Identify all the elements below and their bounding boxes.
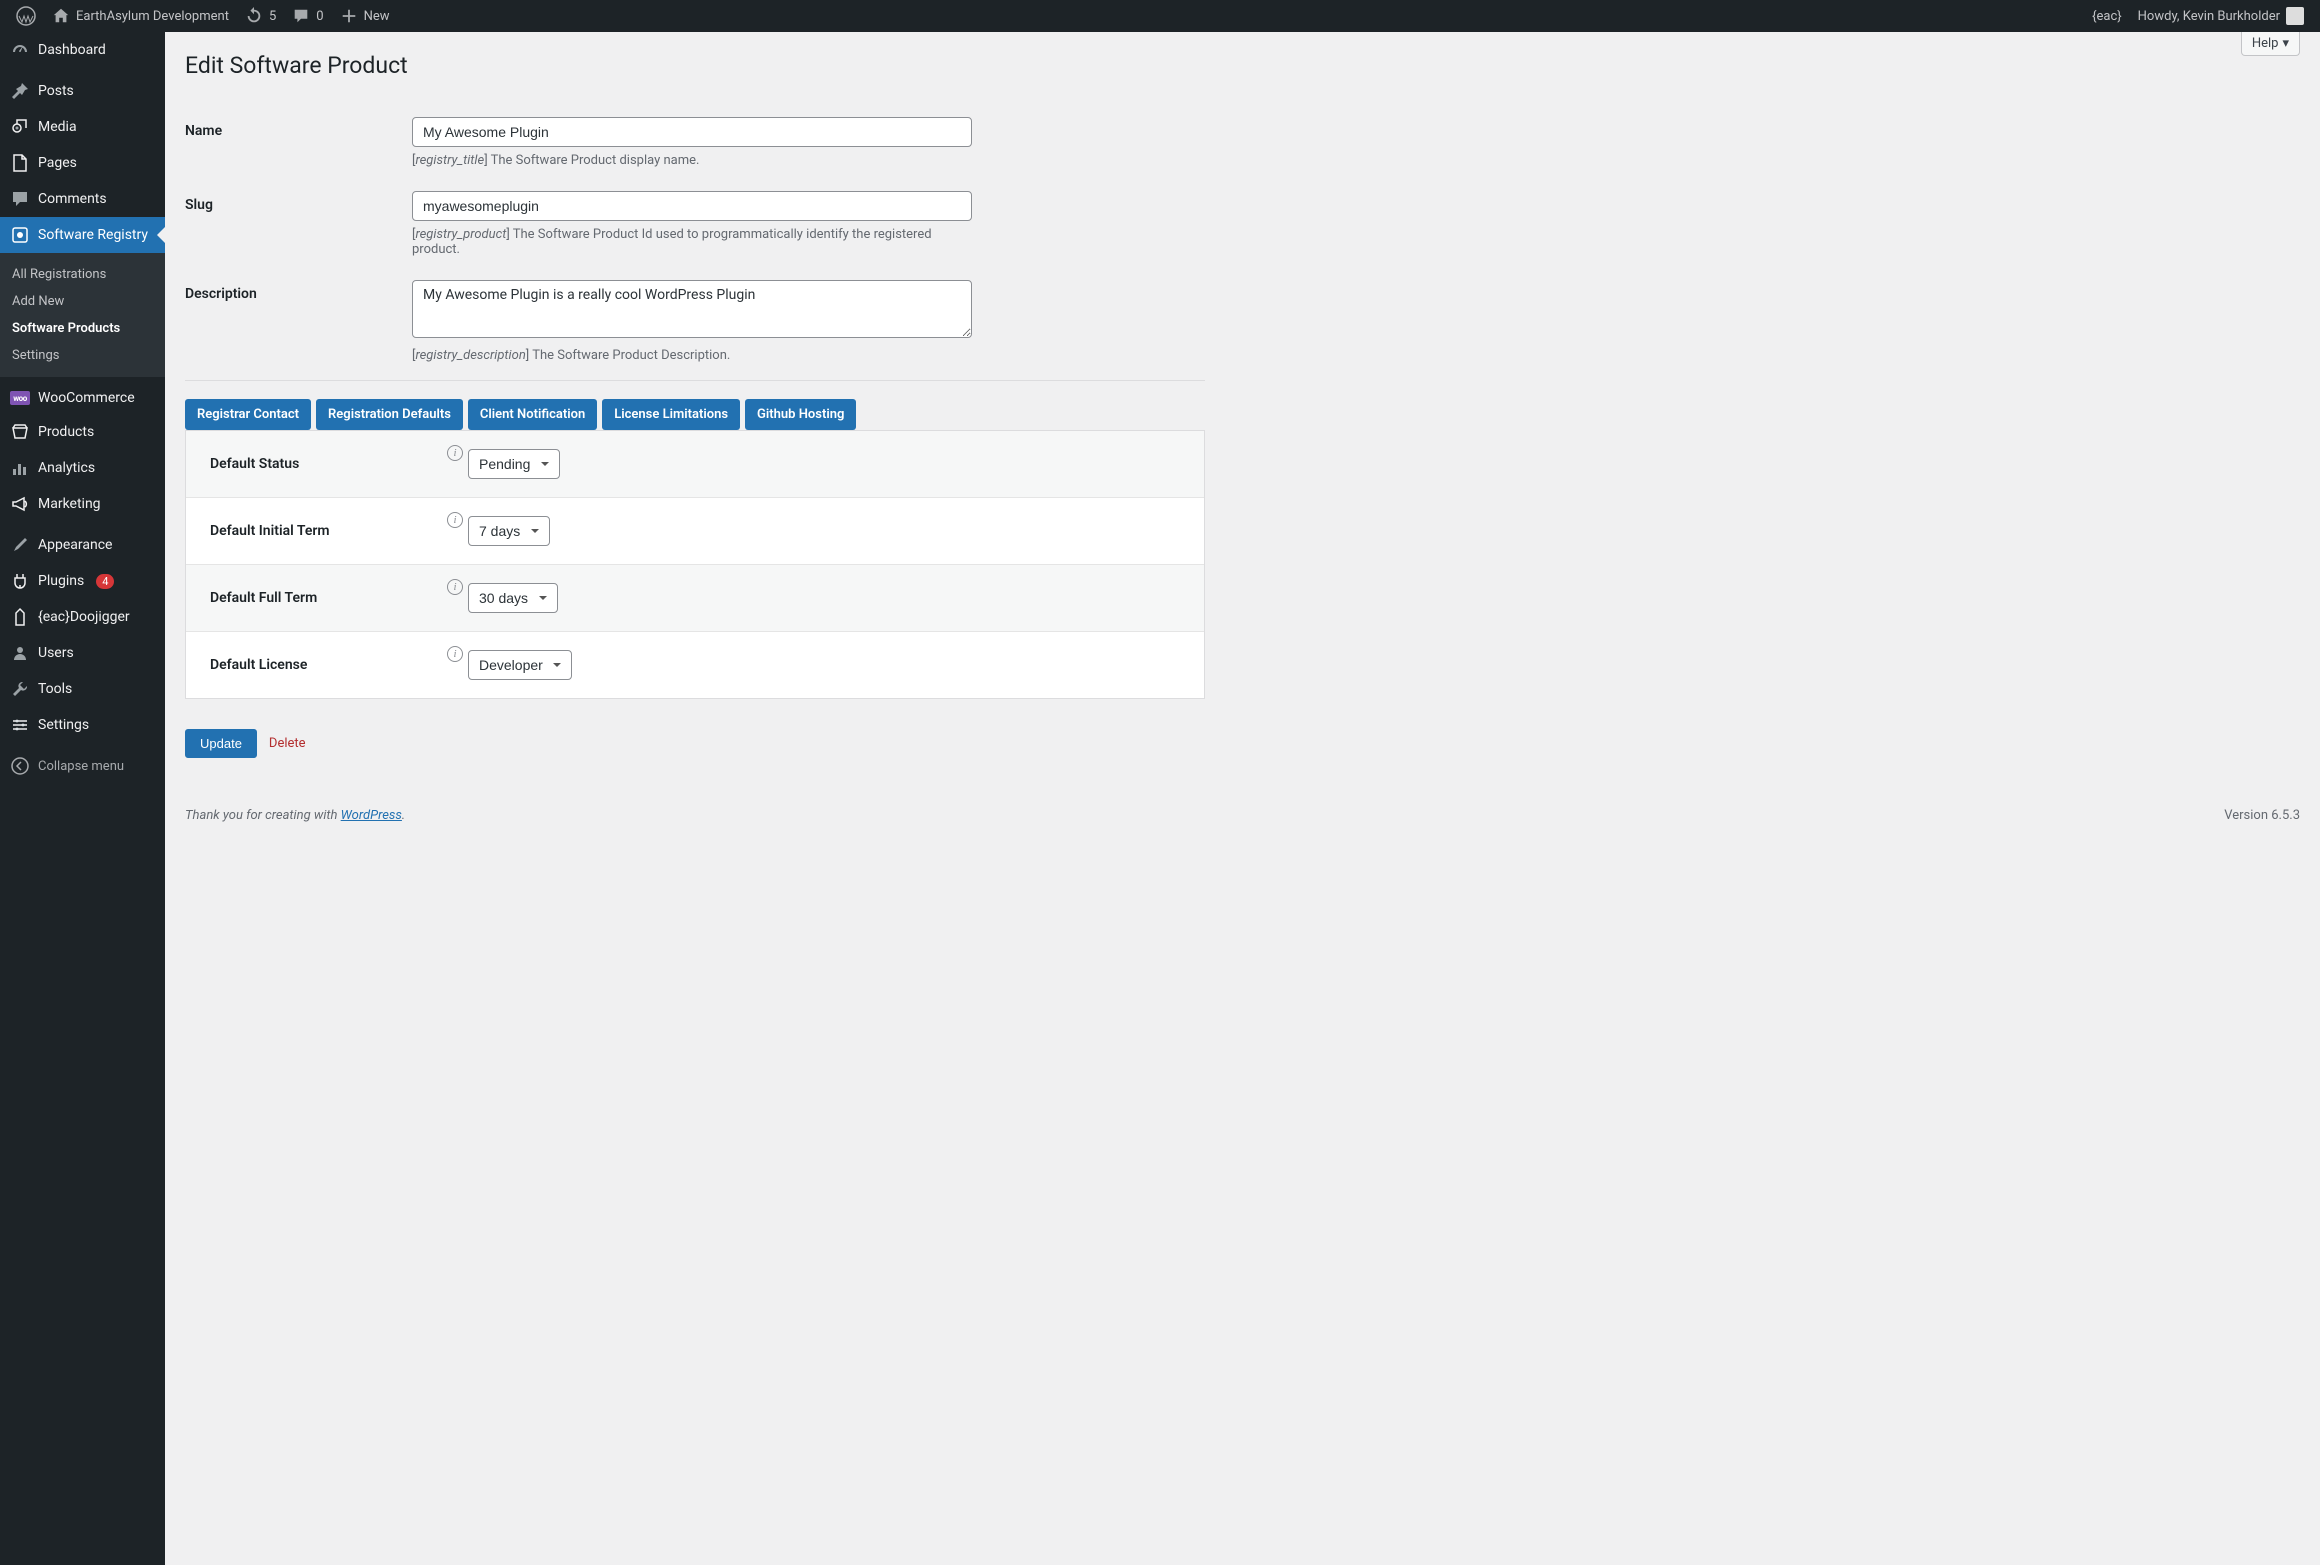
wordpress-link[interactable]: WordPress (341, 808, 402, 823)
sidebar-item-comments[interactable]: Comments (0, 181, 165, 217)
info-icon[interactable]: i (447, 445, 463, 461)
update-icon (245, 7, 263, 25)
sidebar-item-woocommerce[interactable]: woo WooCommerce (0, 382, 165, 414)
info-icon[interactable]: i (447, 579, 463, 595)
collapse-icon (10, 756, 30, 776)
admin-bar: EarthAsylum Development 5 0 New {eac} Ho… (0, 0, 2320, 32)
new-content-link[interactable]: New (332, 0, 398, 32)
tab-registrar-contact[interactable]: Registrar Contact (185, 399, 311, 430)
updates-count: 5 (269, 9, 276, 24)
tab-registration-defaults[interactable]: Registration Defaults (316, 399, 463, 430)
comments-count: 0 (316, 9, 323, 24)
comment-icon (292, 7, 310, 25)
default-license-select[interactable]: Developer (468, 650, 572, 680)
default-license-label: Default License (210, 657, 442, 673)
delete-link[interactable]: Delete (269, 736, 306, 751)
tab-client-notification[interactable]: Client Notification (468, 399, 597, 430)
sidebar-item-software-registry[interactable]: Software Registry (0, 217, 165, 253)
submenu-all-registrations[interactable]: All Registrations (0, 261, 165, 288)
users-icon (10, 643, 30, 663)
help-tab[interactable]: Help ▾ (2241, 32, 2300, 56)
sidebar-item-tools[interactable]: Tools (0, 671, 165, 707)
submenu-add-new[interactable]: Add New (0, 288, 165, 315)
name-label: Name (185, 117, 412, 139)
page-icon (10, 153, 30, 173)
default-initial-term-select[interactable]: 7 days (468, 516, 550, 546)
default-initial-term-label: Default Initial Term (210, 523, 442, 539)
description-label: Description (185, 280, 412, 302)
greeting: Howdy, Kevin Burkholder (2138, 9, 2280, 24)
sidebar-item-media[interactable]: Media (0, 109, 165, 145)
collapse-menu-button[interactable]: Collapse menu (0, 748, 165, 784)
settings-panel: Default Status i Pending Default Initial… (185, 430, 1205, 699)
separator (185, 380, 1205, 381)
site-name: EarthAsylum Development (76, 9, 229, 24)
sidebar-item-appearance[interactable]: Appearance (0, 527, 165, 563)
name-input[interactable] (412, 117, 972, 147)
tools-icon (10, 679, 30, 699)
default-status-select[interactable]: Pending (468, 449, 560, 479)
software-registry-submenu: All Registrations Add New Software Produ… (0, 253, 165, 377)
updates-link[interactable]: 5 (237, 0, 284, 32)
sidebar-item-doojigger[interactable]: {eac}Doojigger (0, 599, 165, 635)
user-menu[interactable]: Howdy, Kevin Burkholder (2130, 0, 2312, 32)
products-icon (10, 422, 30, 442)
analytics-icon (10, 458, 30, 478)
media-icon (10, 117, 30, 137)
sidebar-item-plugins[interactable]: Plugins 4 (0, 563, 165, 599)
sidebar-item-pages[interactable]: Pages (0, 145, 165, 181)
doojigger-icon (10, 607, 30, 627)
home-icon (52, 7, 70, 25)
registry-icon (10, 225, 30, 245)
sidebar-item-dashboard[interactable]: Dashboard (0, 32, 165, 68)
eac-menu[interactable]: {eac} (2084, 0, 2130, 32)
plus-icon (340, 7, 358, 25)
chevron-down-icon: ▾ (2282, 36, 2289, 51)
plugins-icon (10, 571, 30, 591)
tab-github-hosting[interactable]: Github Hosting (745, 399, 856, 430)
tabs-nav: Registrar Contact Registration Defaults … (185, 399, 2300, 430)
admin-footer: Thank you for creating with WordPress. V… (165, 778, 2320, 843)
description-description: [registry_description] The Software Prod… (412, 348, 972, 363)
sidebar-item-analytics[interactable]: Analytics (0, 450, 165, 486)
pin-icon (10, 81, 30, 101)
site-name-link[interactable]: EarthAsylum Development (44, 0, 237, 32)
default-full-term-label: Default Full Term (210, 590, 442, 606)
admin-sidebar: Dashboard Posts Media Pages Comments Sof… (0, 32, 165, 1565)
sidebar-item-posts[interactable]: Posts (0, 73, 165, 109)
slug-description: [registry_product] The Software Product … (412, 227, 972, 257)
info-icon[interactable]: i (447, 512, 463, 528)
slug-input[interactable] (412, 191, 972, 221)
sidebar-item-users[interactable]: Users (0, 635, 165, 671)
sidebar-item-settings[interactable]: Settings (0, 707, 165, 743)
avatar (2286, 7, 2304, 25)
woocommerce-icon: woo (10, 391, 30, 405)
marketing-icon (10, 494, 30, 514)
version-text: Version 6.5.3 (2224, 808, 2300, 823)
sidebar-item-products[interactable]: Products (0, 414, 165, 450)
comment-icon (10, 189, 30, 209)
wp-logo-menu[interactable] (8, 0, 44, 32)
default-status-label: Default Status (210, 456, 442, 472)
tab-license-limitations[interactable]: License Limitations (602, 399, 740, 430)
main-content: Help ▾ Edit Software Product Name [regis… (165, 32, 2320, 1565)
name-description: [registry_title] The Software Product di… (412, 153, 972, 168)
appearance-icon (10, 535, 30, 555)
new-label: New (364, 9, 390, 24)
settings-icon (10, 715, 30, 735)
page-title: Edit Software Product (185, 52, 2300, 79)
dashboard-icon (10, 40, 30, 60)
sidebar-item-marketing[interactable]: Marketing (0, 486, 165, 522)
comments-link[interactable]: 0 (284, 0, 331, 32)
plugins-badge: 4 (96, 574, 114, 589)
default-full-term-select[interactable]: 30 days (468, 583, 558, 613)
update-button[interactable]: Update (185, 729, 257, 758)
wordpress-logo-icon (16, 6, 36, 26)
info-icon[interactable]: i (447, 646, 463, 662)
footer-thank-you: Thank you for creating with (185, 808, 341, 823)
description-textarea[interactable]: My Awesome Plugin is a really cool WordP… (412, 280, 972, 338)
submenu-settings[interactable]: Settings (0, 342, 165, 369)
slug-label: Slug (185, 191, 412, 213)
submenu-software-products[interactable]: Software Products (0, 315, 165, 342)
